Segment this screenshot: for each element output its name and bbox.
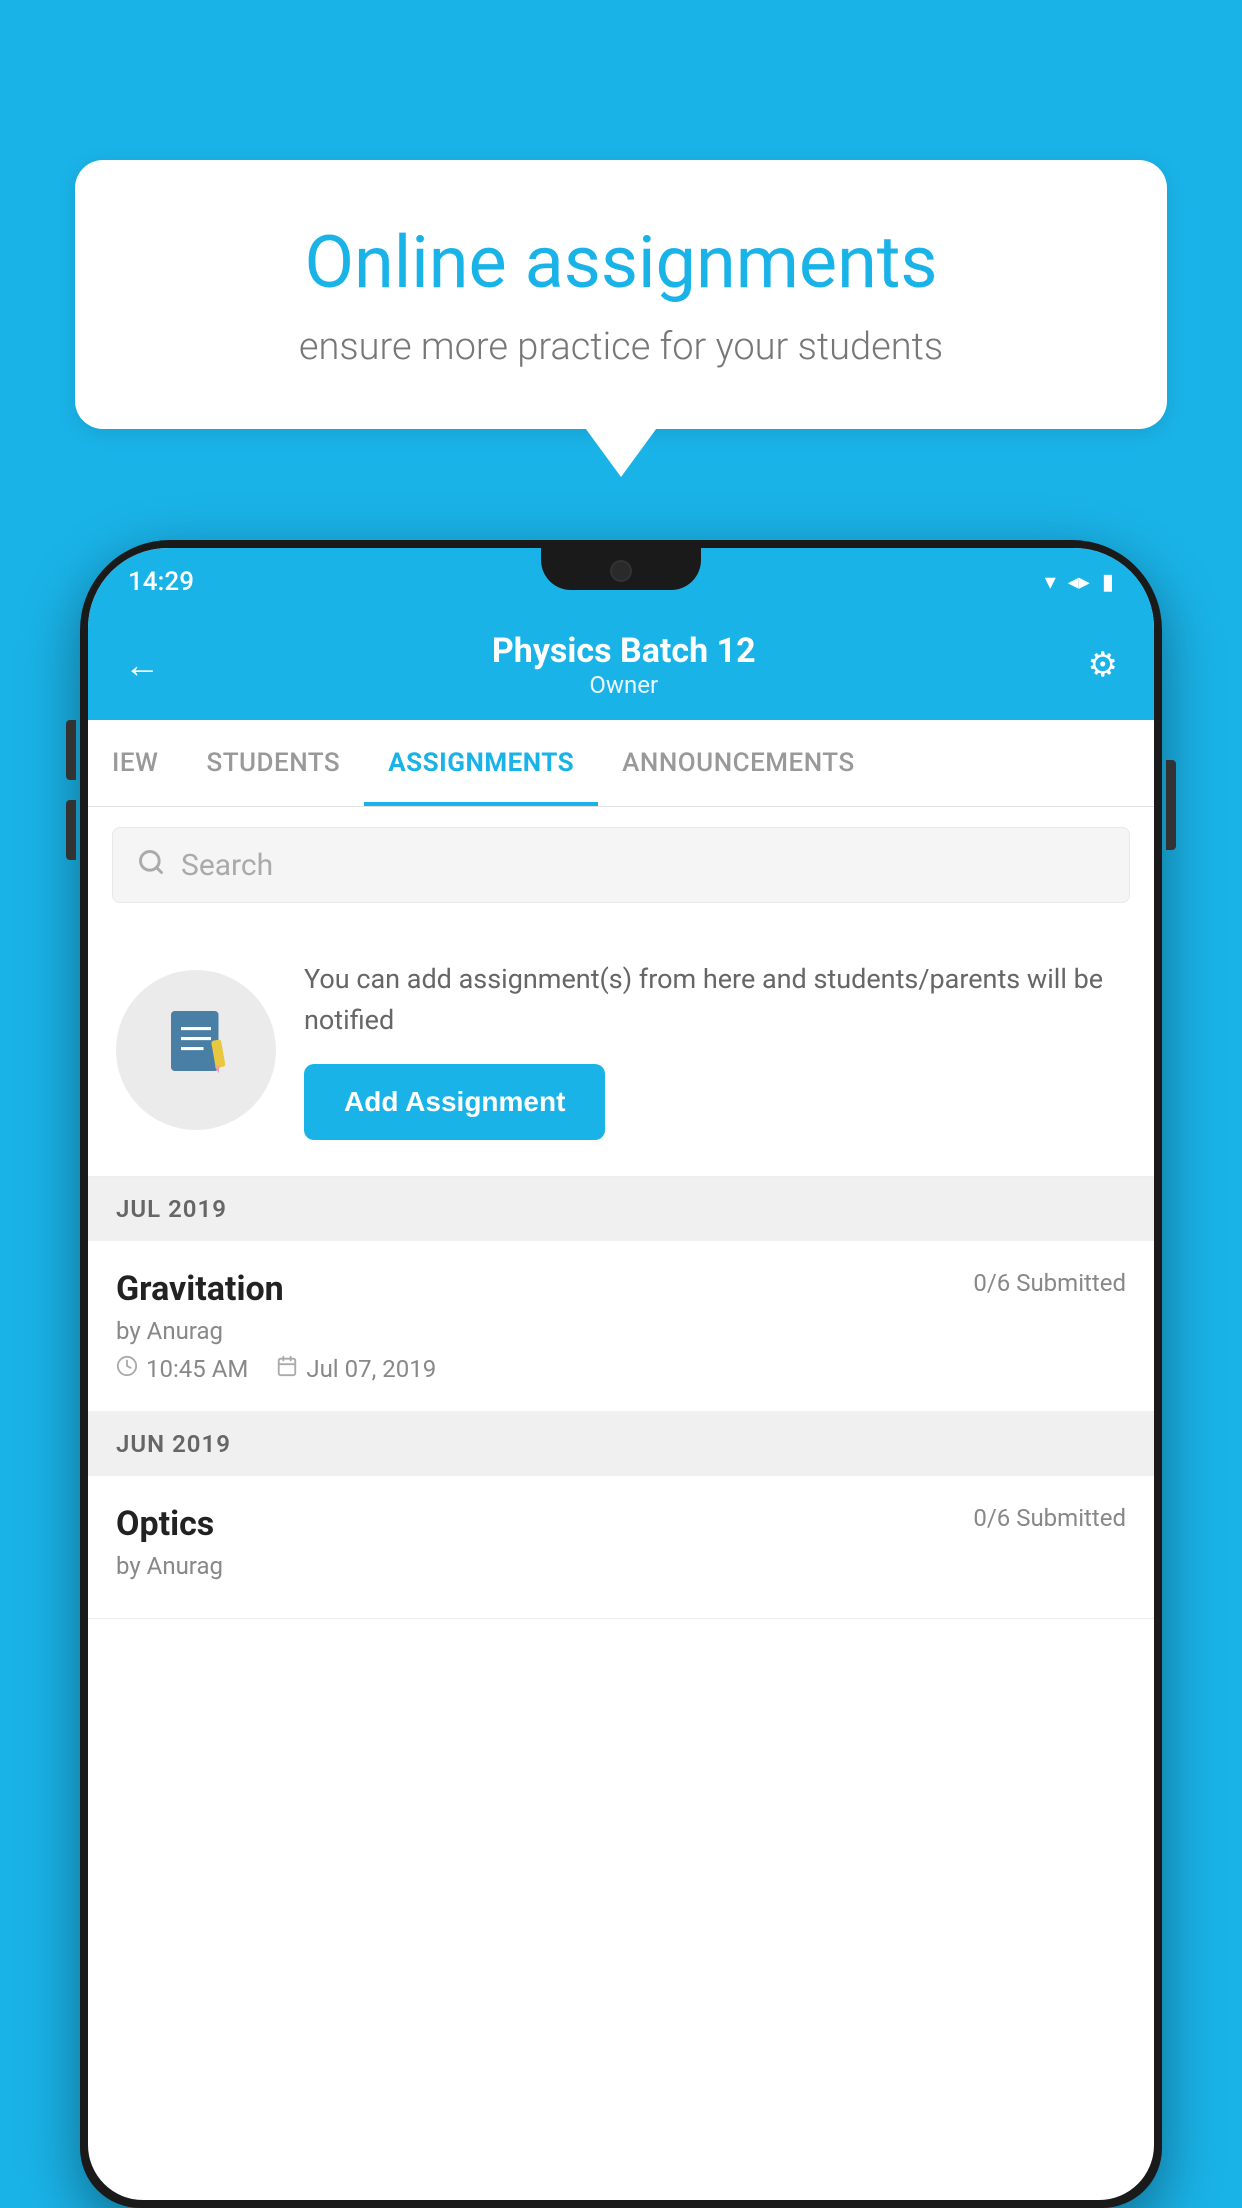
assignment-date-text: Jul 07, 2019: [306, 1355, 436, 1383]
section-header-jun2019: JUN 2019: [88, 1412, 1154, 1476]
speech-bubble: Online assignments ensure more practice …: [75, 160, 1167, 429]
battery-icon: ▮: [1102, 570, 1114, 595]
tab-students[interactable]: STUDENTS: [182, 720, 364, 806]
power-button: [1166, 760, 1176, 850]
assignment-row1: Gravitation 0/6 Submitted: [116, 1269, 1126, 1309]
assignment-meta: 10:45 AM Jul 07, 2019: [116, 1355, 1126, 1383]
header-title: Physics Batch 12: [492, 631, 756, 671]
assignment-author-optics: by Anurag: [116, 1552, 1126, 1580]
assignment-date: Jul 07, 2019: [276, 1355, 436, 1383]
assignment-submitted-optics: 0/6 Submitted: [973, 1504, 1126, 1532]
signal-icon: ◂▸: [1068, 570, 1090, 595]
add-assignment-promo: You can add assignment(s) from here and …: [88, 923, 1154, 1177]
assignment-time: 10:45 AM: [116, 1355, 248, 1383]
assignment-name: Gravitation: [116, 1269, 284, 1309]
volume-down-button: [66, 800, 76, 860]
tab-iew[interactable]: IEW: [88, 720, 182, 806]
assignment-author: by Anurag: [116, 1317, 1126, 1345]
header-subtitle: Owner: [492, 671, 756, 699]
search-icon: [137, 846, 165, 884]
calendar-icon: [276, 1355, 298, 1383]
app-header: ← Physics Batch 12 Owner ⚙: [88, 610, 1154, 720]
header-title-group: Physics Batch 12 Owner: [492, 631, 756, 699]
front-camera: [610, 560, 632, 582]
clock-icon: [116, 1355, 138, 1383]
status-icons: ▾ ◂▸ ▮: [1045, 570, 1114, 595]
add-assignment-button[interactable]: Add Assignment: [304, 1064, 605, 1140]
back-button[interactable]: ←: [124, 644, 160, 686]
phone-frame: 14:29 ▾ ◂▸ ▮ ← Physics Batch 12 Owner ⚙ …: [80, 540, 1162, 2208]
assignment-row1-optics: Optics 0/6 Submitted: [116, 1504, 1126, 1544]
assignment-name-optics: Optics: [116, 1504, 214, 1544]
settings-icon[interactable]: ⚙: [1088, 645, 1118, 685]
wifi-icon: ▾: [1045, 570, 1056, 595]
bubble-title: Online assignments: [145, 220, 1097, 305]
assignment-item-gravitation[interactable]: Gravitation 0/6 Submitted by Anurag 10:4…: [88, 1241, 1154, 1412]
assignment-submitted: 0/6 Submitted: [973, 1269, 1126, 1297]
assignment-time-text: 10:45 AM: [146, 1355, 248, 1383]
assignment-item-optics[interactable]: Optics 0/6 Submitted by Anurag: [88, 1476, 1154, 1619]
speech-bubble-container: Online assignments ensure more practice …: [75, 160, 1167, 429]
search-placeholder: Search: [181, 848, 273, 883]
promo-description: You can add assignment(s) from here and …: [304, 959, 1126, 1040]
notebook-icon: [156, 1001, 236, 1099]
bubble-subtitle: ensure more practice for your students: [145, 325, 1097, 369]
search-bar[interactable]: Search: [112, 827, 1130, 903]
tabs-container: IEW STUDENTS ASSIGNMENTS ANNOUNCEMENTS: [88, 720, 1154, 807]
phone-screen: 14:29 ▾ ◂▸ ▮ ← Physics Batch 12 Owner ⚙ …: [88, 548, 1154, 2200]
search-container: Search: [88, 807, 1154, 923]
phone-notch: [541, 548, 701, 590]
section-header-jul2019: JUL 2019: [88, 1177, 1154, 1241]
volume-up-button: [66, 720, 76, 780]
tab-announcements[interactable]: ANNOUNCEMENTS: [598, 720, 879, 806]
status-time: 14:29: [128, 567, 194, 597]
promo-content: You can add assignment(s) from here and …: [304, 959, 1126, 1140]
tab-assignments[interactable]: ASSIGNMENTS: [364, 720, 598, 806]
promo-icon-circle: [116, 970, 276, 1130]
